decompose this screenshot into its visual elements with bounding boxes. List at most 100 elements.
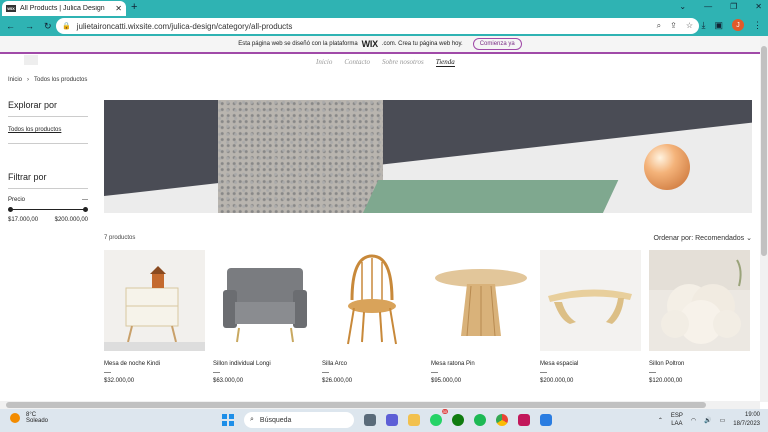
category-hero-image bbox=[104, 100, 752, 213]
maximize-button[interactable]: ❐ bbox=[730, 2, 737, 11]
wix-banner-text: Esta página web se diseñó con la platafo… bbox=[238, 41, 358, 47]
collapse-icon[interactable]: — bbox=[82, 197, 88, 203]
weather-widget[interactable]: 8°C Soleado bbox=[10, 412, 48, 424]
app-icon[interactable] bbox=[518, 414, 530, 426]
price-max: $200.000,00 bbox=[54, 217, 88, 223]
product-image[interactable] bbox=[104, 250, 205, 351]
chrome-icon[interactable] bbox=[496, 414, 508, 426]
site-menu: Inicio Contacto Sobre nosotros Tienda bbox=[316, 58, 455, 67]
share-icon[interactable]: ⇪ bbox=[670, 21, 677, 31]
xbox-icon[interactable] bbox=[452, 414, 464, 426]
tab-title: All Products | Julica Design bbox=[20, 5, 105, 12]
download-icon[interactable]: ⤓ bbox=[702, 20, 706, 31]
browser-tab[interactable]: WIX All Products | Julica Design ✕ bbox=[2, 1, 126, 16]
product-name[interactable]: Mesa ratona Pin bbox=[431, 361, 532, 367]
browser-toolbar: ← → ↻ 🔒 julietaironcatti.wixsite.com/jul… bbox=[0, 16, 768, 36]
menu-item-shop[interactable]: Tienda bbox=[435, 58, 455, 67]
close-window-button[interactable]: ✕ bbox=[755, 2, 762, 11]
clock[interactable]: 19:00 18/7/2023 bbox=[733, 411, 760, 429]
product-card[interactable]: Mesa espacial $200.000,00 bbox=[540, 250, 641, 384]
wix-banner-suffix: .com. Crea tu página web hoy. bbox=[381, 41, 463, 47]
vertical-scrollbar[interactable] bbox=[760, 36, 768, 402]
menu-icon[interactable]: ⋮ bbox=[753, 20, 762, 31]
forward-icon[interactable]: → bbox=[25, 21, 34, 32]
product-price: $200.000,00 bbox=[540, 378, 574, 384]
product-name[interactable]: Mesa de noche Kindi bbox=[104, 361, 205, 367]
wix-banner: Esta página web se diseñó con la platafo… bbox=[0, 36, 760, 54]
menu-item-contact[interactable]: Contacto bbox=[344, 58, 370, 67]
clock-time: 19:00 bbox=[744, 412, 760, 418]
chevron-up-icon[interactable]: ⌃ bbox=[658, 417, 663, 424]
sort-dropdown[interactable]: Ordenar por: Recomendados ⌄ bbox=[654, 234, 753, 242]
close-tab-icon[interactable]: ✕ bbox=[115, 4, 122, 13]
product-name[interactable]: Sillon Poltron bbox=[649, 361, 750, 367]
product-image[interactable] bbox=[213, 250, 314, 351]
search-icon[interactable]: ⌕ bbox=[657, 21, 661, 31]
browser-titlebar: WIX All Products | Julica Design ✕ + ⌄ —… bbox=[0, 0, 768, 16]
product-grid: Mesa de noche Kindi $32.000,00 Sillon in… bbox=[104, 250, 752, 384]
product-name[interactable]: Sillon individual Longi bbox=[213, 361, 314, 367]
wifi-icon[interactable]: ◠ bbox=[691, 417, 696, 424]
start-now-button[interactable]: Comienza ya bbox=[472, 38, 522, 50]
product-image[interactable] bbox=[431, 250, 532, 351]
product-image[interactable] bbox=[649, 250, 750, 351]
product-card[interactable]: Sillon Poltron $120.000,00 bbox=[649, 250, 750, 384]
windows-start-icon[interactable] bbox=[222, 414, 234, 426]
star-icon[interactable]: ☆ bbox=[686, 21, 693, 31]
new-tab-button[interactable]: + bbox=[131, 1, 137, 13]
taskbar-search-label: Búsqueda bbox=[259, 416, 292, 424]
chevron-right-icon: › bbox=[27, 77, 30, 83]
address-bar[interactable]: 🔒 julietaironcatti.wixsite.com/julica-de… bbox=[56, 18, 699, 34]
app-icon[interactable] bbox=[540, 414, 552, 426]
product-name[interactable]: Mesa espacial bbox=[540, 361, 641, 367]
lock-icon[interactable]: 🔒 bbox=[62, 22, 71, 30]
spotify-icon[interactable] bbox=[474, 414, 486, 426]
search-icon: ⌕ bbox=[250, 416, 254, 423]
input-language[interactable]: ESP bbox=[671, 412, 683, 420]
site-logo[interactable] bbox=[24, 55, 38, 65]
file-explorer-icon[interactable] bbox=[408, 414, 420, 426]
filter-title: Filtrar por bbox=[8, 172, 47, 182]
green-slab bbox=[359, 180, 619, 213]
sun-icon bbox=[10, 413, 20, 423]
input-region: LAA bbox=[671, 421, 683, 427]
explore-title: Explorar por bbox=[8, 100, 58, 110]
product-price: $32.000,00 bbox=[104, 378, 135, 384]
avatar[interactable]: J bbox=[732, 19, 744, 31]
page-content: Inicio Contacto Sobre nosotros Tienda In… bbox=[0, 55, 760, 401]
sort-label: Ordenar por: Recomendados bbox=[653, 235, 745, 242]
chevron-down-icon[interactable]: ⌄ bbox=[679, 2, 686, 11]
windows-taskbar: 8°C Soleado ⌕ Búsqueda 30 ⌃ ESP LAA ◠ 🔊 ▭… bbox=[0, 409, 768, 432]
divider bbox=[8, 188, 88, 189]
terrazzo-block bbox=[218, 100, 383, 213]
product-image[interactable] bbox=[540, 250, 641, 351]
slider-min-handle[interactable] bbox=[8, 207, 13, 212]
price-filter-header[interactable]: Precio — bbox=[8, 197, 88, 203]
price-label: Precio bbox=[8, 197, 26, 203]
menu-item-home[interactable]: Inicio bbox=[316, 58, 332, 67]
breadcrumb-current: Todos los productos bbox=[34, 77, 88, 83]
product-image[interactable] bbox=[322, 250, 423, 351]
minimize-button[interactable]: — bbox=[704, 2, 712, 11]
product-card[interactable]: Mesa de noche Kindi $32.000,00 bbox=[104, 250, 205, 384]
reload-icon[interactable]: ↻ bbox=[44, 21, 52, 32]
horizontal-scrollbar[interactable] bbox=[0, 401, 760, 409]
product-card[interactable]: Silla Arco $26.000,00 bbox=[322, 250, 423, 384]
menu-item-about[interactable]: Sobre nosotros bbox=[382, 58, 424, 67]
product-name[interactable]: Silla Arco bbox=[322, 361, 423, 367]
url-text: julietaironcatti.wixsite.com/julica-desi… bbox=[76, 21, 293, 31]
task-view-icon[interactable] bbox=[364, 414, 376, 426]
product-card[interactable]: Sillon individual Longi $63.000,00 bbox=[213, 250, 314, 384]
back-icon[interactable]: ← bbox=[6, 21, 15, 32]
volume-icon[interactable]: 🔊 bbox=[704, 417, 711, 424]
breadcrumb-home[interactable]: Inicio bbox=[8, 77, 22, 83]
teams-icon[interactable] bbox=[386, 414, 398, 426]
whatsapp-icon[interactable]: 30 bbox=[430, 409, 448, 426]
sidepanel-icon[interactable]: ▣ bbox=[714, 20, 723, 31]
battery-icon[interactable]: ▭ bbox=[720, 417, 726, 424]
taskbar-search[interactable]: ⌕ Búsqueda bbox=[244, 412, 354, 428]
slider-max-handle[interactable] bbox=[83, 207, 88, 212]
product-card[interactable]: Mesa ratona Pin $95.000,00 bbox=[431, 250, 532, 384]
all-products-link[interactable]: Todos los productos bbox=[8, 127, 88, 133]
price-slider[interactable] bbox=[8, 207, 88, 213]
